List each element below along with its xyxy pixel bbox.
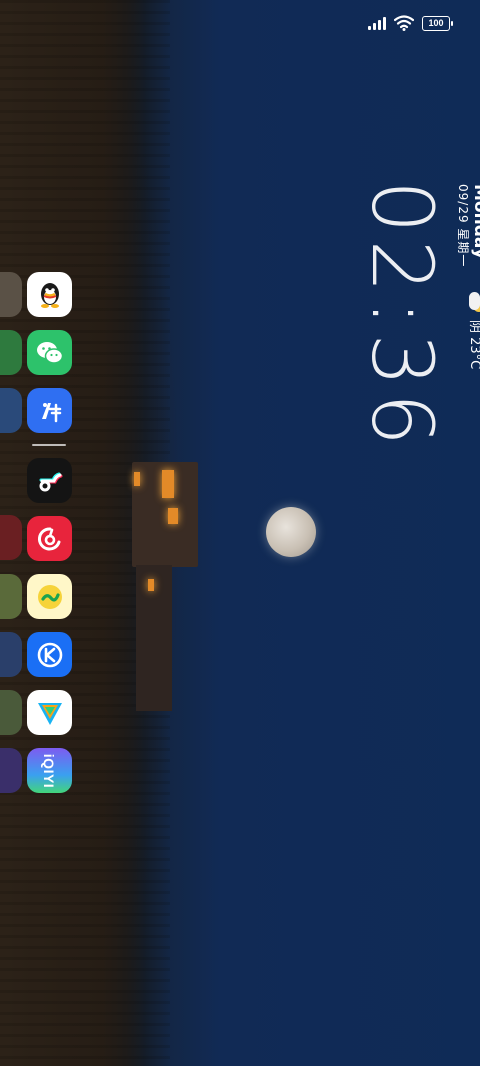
weather-info: 阴 23°C [467, 292, 480, 369]
clock-widget[interactable]: Monday 09/29 星期一 阴 23°C 02:36 [348, 180, 480, 452]
previous-page-peek [0, 632, 22, 677]
app-kuaishou[interactable] [27, 632, 72, 677]
app-zuoyebang[interactable] [27, 388, 72, 433]
lit-window [134, 472, 140, 486]
lit-window [168, 508, 178, 524]
wallpaper-building-annex [136, 565, 172, 711]
moon [266, 507, 316, 557]
play-triangle-icon [37, 702, 62, 725]
qq-penguin-icon [40, 282, 59, 308]
app-wechat[interactable] [27, 330, 72, 375]
previous-page-peek [0, 690, 22, 735]
partly-cloudy-icon [468, 292, 480, 312]
wifi-icon [394, 15, 414, 31]
pen-icon [41, 402, 61, 422]
previous-page-peek [0, 574, 22, 619]
date-label: 09/29 星期一 [456, 184, 470, 268]
battery-icon: 100 [422, 15, 453, 31]
lit-window [148, 579, 154, 591]
music-icon [37, 526, 60, 550]
app-tencent-video[interactable] [27, 690, 72, 735]
clock-time: 02:36 [353, 180, 451, 453]
app-iqiyi[interactable]: iQIYI [27, 748, 72, 793]
lit-window [162, 470, 174, 498]
previous-page-peek [0, 272, 22, 317]
status-bar: 100 [368, 15, 453, 31]
cellular-signal-icon [368, 16, 386, 30]
previous-page-peek [0, 748, 22, 793]
previous-page-peek [0, 330, 22, 375]
wallpaper-building [132, 462, 198, 567]
app-sogou[interactable] [27, 574, 72, 619]
app-netease-music[interactable] [27, 516, 72, 561]
iqiyi-icon: iQIYI [41, 753, 58, 788]
k-icon [37, 642, 62, 667]
previous-page-peek [0, 388, 22, 433]
wechat-icon [36, 341, 63, 364]
battery-level: 100 [428, 17, 444, 28]
dock-divider [32, 444, 66, 446]
app-tiktok[interactable] [27, 458, 72, 503]
previous-page-peek [0, 515, 22, 560]
app-qq[interactable] [27, 272, 72, 317]
sogou-icon [37, 584, 62, 609]
weather-text: 阴 23°C [467, 320, 480, 370]
tiktok-note-icon [39, 472, 62, 491]
